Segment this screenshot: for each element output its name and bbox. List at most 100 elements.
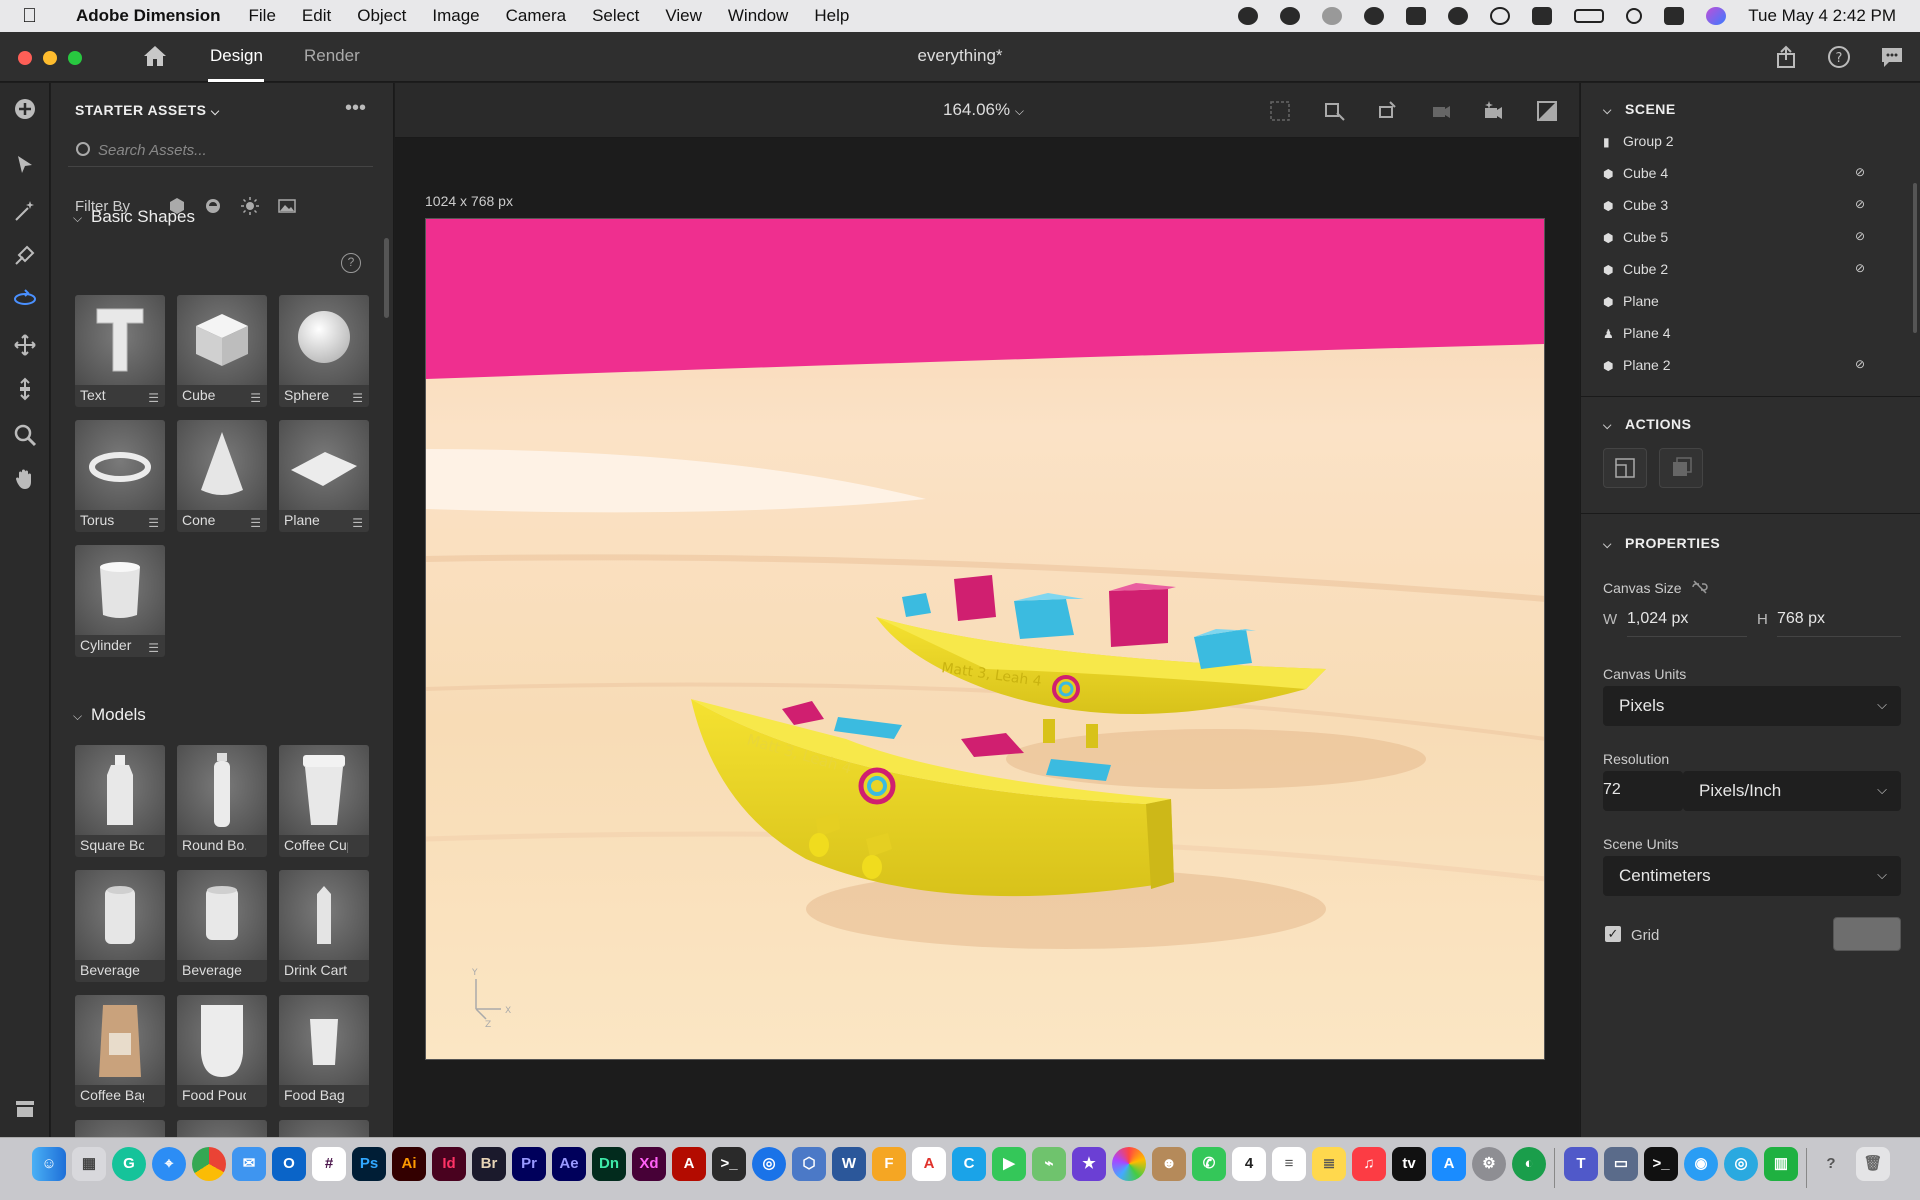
dock-word-icon[interactable]: W (832, 1147, 866, 1181)
dock-finder-2-icon[interactable]: ◉ (1684, 1147, 1718, 1181)
menu-edit[interactable]: Edit (302, 6, 331, 26)
menu-help[interactable]: Help (814, 6, 849, 26)
place-on-image-button[interactable] (1659, 448, 1703, 488)
dock-teams-icon[interactable]: T (1564, 1147, 1598, 1181)
scene-item-cube-3[interactable]: ⬢ Cube 3 ⊘ (1603, 197, 1883, 219)
app-name-menu[interactable]: Adobe Dimension (76, 6, 221, 26)
resolution-field[interactable]: 72 (1603, 771, 1683, 811)
render-canvas[interactable]: Matt 3, Leah 4 Matt 3, Leah 4 Y X Z (425, 218, 1545, 1060)
actions-header[interactable]: ⌵ ACTIONS (1603, 416, 1692, 433)
dock-terminal-2-icon[interactable]: >_ (1644, 1147, 1678, 1181)
tab-design[interactable]: Design (210, 46, 263, 66)
status-keyboard-icon[interactable] (1532, 7, 1553, 25)
scene-scrollbar[interactable] (1913, 183, 1917, 333)
more-options-icon[interactable]: ••• (345, 97, 366, 120)
menu-object[interactable]: Object (357, 6, 406, 26)
filter-images-icon[interactable] (277, 196, 297, 216)
dock-grammarly-icon[interactable]: G (112, 1147, 146, 1181)
home-icon[interactable] (143, 45, 167, 67)
asset-tile-round-bottle[interactable]: Round Bo... (177, 745, 267, 857)
assets-panel-title[interactable]: STARTER ASSETS ⌵ (75, 102, 220, 119)
dock-launchpad-icon[interactable]: ▦ (72, 1147, 106, 1181)
match-image-button[interactable] (1603, 448, 1647, 488)
asset-tile-beverage-can-1[interactable]: Beverage ... (75, 870, 165, 982)
window-minimize-button[interactable] (43, 51, 57, 65)
asset-tile-cone[interactable]: Cone ☰ (177, 420, 267, 532)
siri-icon[interactable] (1706, 7, 1727, 25)
asset-tile-plane[interactable]: Plane ☰ (279, 420, 369, 532)
content-panel-icon[interactable] (13, 1097, 37, 1121)
dock-keynote-icon[interactable]: ◎ (752, 1147, 786, 1181)
filter-lights-icon[interactable] (240, 196, 260, 216)
render-preview-icon[interactable] (1535, 99, 1559, 123)
canvas-units-select[interactable]: Pixels ⌵ (1603, 686, 1901, 726)
dock-appstore-icon[interactable]: A (1432, 1147, 1466, 1181)
feedback-icon[interactable] (1880, 45, 1904, 69)
dock-music-icon[interactable]: ♫ (1352, 1147, 1386, 1181)
asset-tile-partial[interactable] (75, 1120, 165, 1137)
dock-numbers-icon[interactable]: ▥ (1764, 1147, 1798, 1181)
dock-facetime-icon[interactable]: ▶ (992, 1147, 1026, 1181)
grid-color-swatch[interactable] (1833, 917, 1901, 951)
asset-tile-coffee-bag[interactable]: Coffee Bag (75, 995, 165, 1107)
scene-item-plane[interactable]: ⬢ Plane (1603, 293, 1883, 315)
adjust-icon[interactable]: ☰ (148, 641, 159, 655)
dock-terminal-icon[interactable]: >_ (712, 1147, 746, 1181)
dock-system-preferences-icon[interactable]: ⚙ (1472, 1147, 1506, 1181)
help-icon[interactable]: ? (1827, 45, 1851, 69)
dock-outlook-icon[interactable]: O (272, 1147, 306, 1181)
scene-item-cube-5[interactable]: ⬢ Cube 5 ⊘ (1603, 229, 1883, 251)
adjust-icon[interactable]: ☰ (250, 391, 261, 405)
menu-window[interactable]: Window (728, 6, 788, 26)
dock-photos-icon[interactable] (1112, 1147, 1146, 1181)
unlink-icon[interactable] (1691, 579, 1709, 595)
dock-illustrator-icon[interactable]: Ai (392, 1147, 426, 1181)
window-maximize-button[interactable] (68, 51, 82, 65)
dock-a-app-icon[interactable]: A (912, 1147, 946, 1181)
tab-render[interactable]: Render (304, 46, 360, 66)
dock-f-app-icon[interactable]: F (872, 1147, 906, 1181)
adjust-icon[interactable]: ☰ (250, 516, 261, 530)
hidden-eye-icon[interactable]: ⊘ (1855, 261, 1873, 277)
asset-tile-sphere[interactable]: Sphere ☰ (279, 295, 369, 407)
scene-item-plane-2[interactable]: ⬢ Plane 2 ⊘ (1603, 357, 1883, 379)
status-bi-icon[interactable] (1406, 7, 1427, 25)
asset-tile-torus[interactable]: Torus ☰ (75, 420, 165, 532)
properties-header[interactable]: ⌵ PROPERTIES (1603, 535, 1720, 552)
dolly-tool-icon[interactable] (13, 377, 37, 401)
dock-aftereffects-icon[interactable]: Ae (552, 1147, 586, 1181)
asset-tile-partial[interactable] (279, 1120, 369, 1137)
dock-preview-icon[interactable]: ▭ (1604, 1147, 1638, 1181)
fit-frame-icon[interactable] (1268, 99, 1292, 123)
dock-globe-app-icon[interactable]: ◐ (1512, 1147, 1546, 1181)
menu-file[interactable]: File (249, 6, 276, 26)
asset-tile-food-pouch[interactable]: Food Pouch (177, 995, 267, 1107)
status-spinner-icon[interactable] (1322, 7, 1343, 25)
dock-slack-icon[interactable]: # (312, 1147, 346, 1181)
adjust-icon[interactable]: ☰ (148, 391, 159, 405)
magic-wand-icon[interactable] (13, 199, 37, 223)
scene-item-plane-4[interactable]: ♟ Plane 4 (1603, 325, 1883, 347)
window-close-button[interactable] (18, 51, 32, 65)
add-icon[interactable] (13, 97, 37, 121)
asset-tile-food-bag[interactable]: Food Bag (279, 995, 369, 1107)
dock-calendar-icon[interactable]: 4 (1232, 1147, 1266, 1181)
help-icon[interactable]: ? (341, 253, 361, 273)
orbit-tool-icon[interactable] (13, 287, 37, 311)
status-globe-icon[interactable] (1238, 7, 1259, 25)
menu-select[interactable]: Select (592, 6, 639, 26)
dock-acrobat-icon[interactable]: A (672, 1147, 706, 1181)
dock-quicklook-icon[interactable]: ◎ (1724, 1147, 1758, 1181)
dock-maps-icon[interactable]: ⌁ (1032, 1147, 1066, 1181)
adjust-icon[interactable]: ☰ (148, 516, 159, 530)
models-header[interactable]: ⌵ Models (73, 705, 146, 725)
basic-shapes-header[interactable]: ⌵ Basic Shapes (73, 207, 195, 227)
asset-tile-square-bottle[interactable]: Square Bo... (75, 745, 165, 857)
zoom-tool-icon[interactable] (13, 423, 37, 447)
zoom-dropdown[interactable]: 164.06% ⌵ (943, 100, 1024, 120)
status-cc-icon[interactable] (1280, 7, 1301, 25)
asset-tile-partial[interactable] (177, 1120, 267, 1137)
battery-icon[interactable] (1574, 9, 1605, 23)
menu-image[interactable]: Image (432, 6, 479, 26)
asset-tile-drink-carton[interactable]: Drink Cart... (279, 870, 369, 982)
